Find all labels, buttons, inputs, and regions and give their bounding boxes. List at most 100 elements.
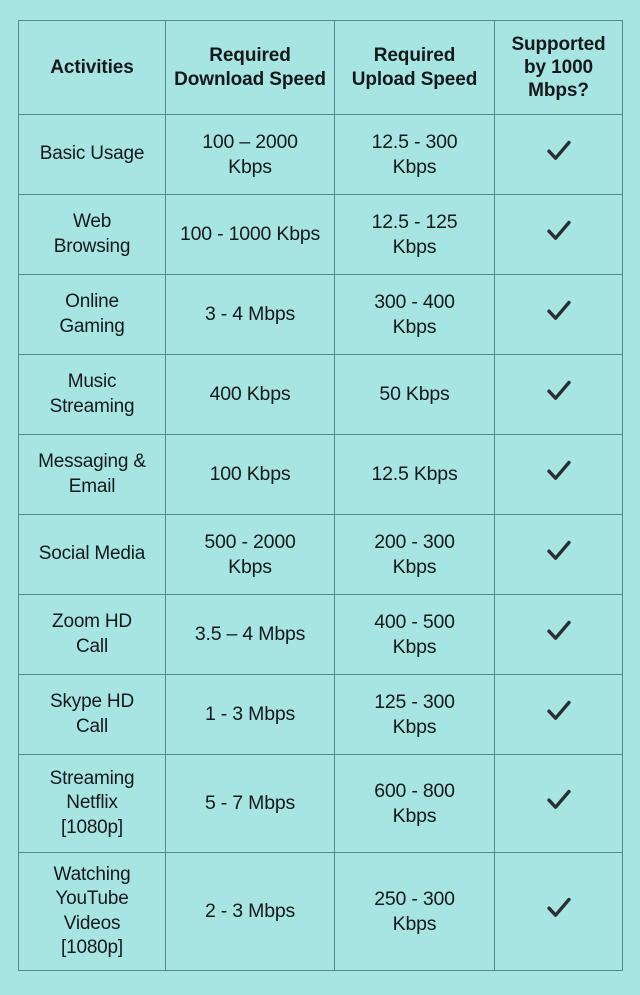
column-header-text-line: Supported <box>511 33 606 55</box>
table-header: Activities Required Download Speed Requir… <box>18 20 623 115</box>
cell-activity-text-line: Web <box>72 211 112 233</box>
cell-required-upload-speed: 300 - 400 Kbps <box>334 274 495 355</box>
cell-activity: Music Streaming <box>18 354 166 435</box>
cell-activity-text-line: Online <box>65 291 119 313</box>
cell-supported-by-1000-mbps <box>494 674 623 755</box>
cell-upload-text-line: 400 - 500 <box>374 610 455 633</box>
cell-required-upload-speed: 12.5 Kbps <box>334 434 495 515</box>
check-icon <box>544 893 574 923</box>
cell-activity: Zoom HD Call <box>18 594 166 675</box>
cell-download-text-line: Kbps <box>228 155 272 178</box>
cell-upload-text-line: Kbps <box>392 235 437 258</box>
table-row: Web Browsing 100 - 1000 Kbps 12.5 - 125 Kbps <box>18 194 623 275</box>
cell-activity: Social Media <box>18 514 166 595</box>
cell-required-upload-speed: 12.5 - 125 Kbps <box>334 194 495 275</box>
cell-download-text-line: 3.5 – 4 Mbps <box>194 623 306 646</box>
cell-required-download-speed: 400 Kbps <box>165 354 335 435</box>
column-header-activities: Activities <box>18 20 166 115</box>
table-row: Zoom HD Call 3.5 – 4 Mbps 400 - 500 Kbps <box>18 594 623 675</box>
cell-activity-text-line: Skype HD <box>50 691 134 713</box>
cell-activity-text-line: Basic Usage <box>39 143 145 165</box>
cell-required-download-speed: 3.5 – 4 Mbps <box>165 594 335 675</box>
cell-required-upload-speed: 250 - 300 Kbps <box>334 852 495 971</box>
cell-supported-by-1000-mbps <box>494 434 623 515</box>
cell-supported-by-1000-mbps <box>494 194 623 275</box>
table-row: Online Gaming 3 - 4 Mbps 300 - 400 Kbps <box>18 274 623 355</box>
cell-download-text-line: 1 - 3 Mbps <box>204 703 296 726</box>
cell-activity-text-line: Browsing <box>53 235 131 257</box>
column-header-text-line: Mbps? <box>528 80 589 102</box>
cell-upload-text-line: 200 - 300 <box>374 530 455 553</box>
cell-required-upload-speed: 400 - 500 Kbps <box>334 594 495 675</box>
cell-upload-text-line: 12.5 - 125 <box>371 210 458 233</box>
cell-upload-text-line: Kbps <box>392 155 437 178</box>
cell-activity-text-line: Netflix <box>66 792 118 814</box>
cell-required-upload-speed: 125 - 300 Kbps <box>334 674 495 755</box>
check-icon <box>544 376 574 406</box>
check-icon <box>544 456 574 486</box>
column-header-text-line: Required <box>373 45 456 67</box>
cell-upload-text-line: 50 Kbps <box>379 383 450 406</box>
cell-upload-text-line: Kbps <box>392 315 437 338</box>
table-row: Basic Usage 100 – 2000 Kbps 12.5 - 300 Kbps <box>18 114 623 195</box>
cell-activity-text-line: Email <box>68 475 116 497</box>
cell-upload-text-line: Kbps <box>392 912 437 935</box>
cell-activity-text-line: Music <box>67 371 117 393</box>
table-row: Social Media 500 - 2000 Kbps 200 - 300 Kbps <box>18 514 623 595</box>
cell-supported-by-1000-mbps <box>494 274 623 355</box>
cell-upload-text-line: 125 - 300 <box>374 690 455 713</box>
cell-activity: Basic Usage <box>18 114 166 195</box>
cell-activity-text-line: Messaging & <box>38 451 146 473</box>
cell-activity-text-line: Videos <box>63 912 121 934</box>
cell-activity-text-line: Streaming <box>49 395 135 417</box>
cell-activity: Streaming Netflix [1080p] <box>18 754 166 853</box>
cell-required-download-speed: 1 - 3 Mbps <box>165 674 335 755</box>
speed-requirements-table: Activities Required Download Speed Requir… <box>18 20 623 971</box>
cell-supported-by-1000-mbps <box>494 354 623 435</box>
check-icon <box>544 296 574 326</box>
cell-activity: Skype HD Call <box>18 674 166 755</box>
cell-activity-text-line: Zoom HD <box>52 611 132 633</box>
cell-activity-text-line: [1080p] <box>61 936 123 958</box>
cell-required-download-speed: 500 - 2000 Kbps <box>165 514 335 595</box>
check-icon <box>544 136 574 166</box>
cell-activity: Watching YouTube Videos [1080p] <box>18 852 166 971</box>
table-body: Basic Usage 100 – 2000 Kbps 12.5 - 300 Kbps W… <box>18 114 623 971</box>
cell-activity-text-line: Streaming <box>49 768 135 790</box>
cell-required-download-speed: 5 - 7 Mbps <box>165 754 335 853</box>
cell-activity: Online Gaming <box>18 274 166 355</box>
cell-download-text-line: 100 Kbps <box>209 463 291 486</box>
cell-upload-text-line: 12.5 Kbps <box>371 463 458 486</box>
cell-supported-by-1000-mbps <box>494 852 623 971</box>
cell-download-text-line: 100 - 1000 Kbps <box>179 223 321 246</box>
column-header-text-line: by 1000 <box>523 56 594 78</box>
table-row: Messaging & Email 100 Kbps 12.5 Kbps <box>18 434 623 515</box>
column-header-required-upload-speed: Required Upload Speed <box>334 20 495 115</box>
table-row: Skype HD Call 1 - 3 Mbps 125 - 300 Kbps <box>18 674 623 755</box>
cell-activity-text-line: Call <box>76 715 108 737</box>
check-icon <box>544 696 574 726</box>
cell-upload-text-line: Kbps <box>392 715 437 738</box>
cell-upload-text-line: Kbps <box>392 635 437 658</box>
cell-download-text-line: 5 - 7 Mbps <box>204 792 296 815</box>
speed-requirements-table-wrapper: Activities Required Download Speed Requir… <box>18 20 623 971</box>
cell-required-upload-speed: 50 Kbps <box>334 354 495 435</box>
cell-activity-text-line: Gaming <box>59 315 125 337</box>
cell-download-text-line: 3 - 4 Mbps <box>204 303 296 326</box>
table-row: Music Streaming 400 Kbps 50 Kbps <box>18 354 623 435</box>
check-icon <box>544 216 574 246</box>
cell-download-text-line: Kbps <box>228 555 272 578</box>
cell-required-download-speed: 100 – 2000 Kbps <box>165 114 335 195</box>
cell-upload-text-line: 250 - 300 <box>374 887 455 910</box>
cell-required-download-speed: 2 - 3 Mbps <box>165 852 335 971</box>
table-row: Streaming Netflix [1080p] 5 - 7 Mbps 600 - 8… <box>18 754 623 853</box>
cell-download-text-line: 100 – 2000 <box>202 130 298 153</box>
cell-required-upload-speed: 12.5 - 300 Kbps <box>334 114 495 195</box>
cell-upload-text-line: Kbps <box>392 804 437 827</box>
cell-upload-text-line: 600 - 800 <box>374 779 455 802</box>
column-header-supported-by-1000-mbps: Supported by 1000 Mbps? <box>494 20 623 115</box>
cell-required-download-speed: 3 - 4 Mbps <box>165 274 335 355</box>
cell-required-download-speed: 100 Kbps <box>165 434 335 515</box>
cell-supported-by-1000-mbps <box>494 114 623 195</box>
cell-download-text-line: 2 - 3 Mbps <box>204 900 296 923</box>
